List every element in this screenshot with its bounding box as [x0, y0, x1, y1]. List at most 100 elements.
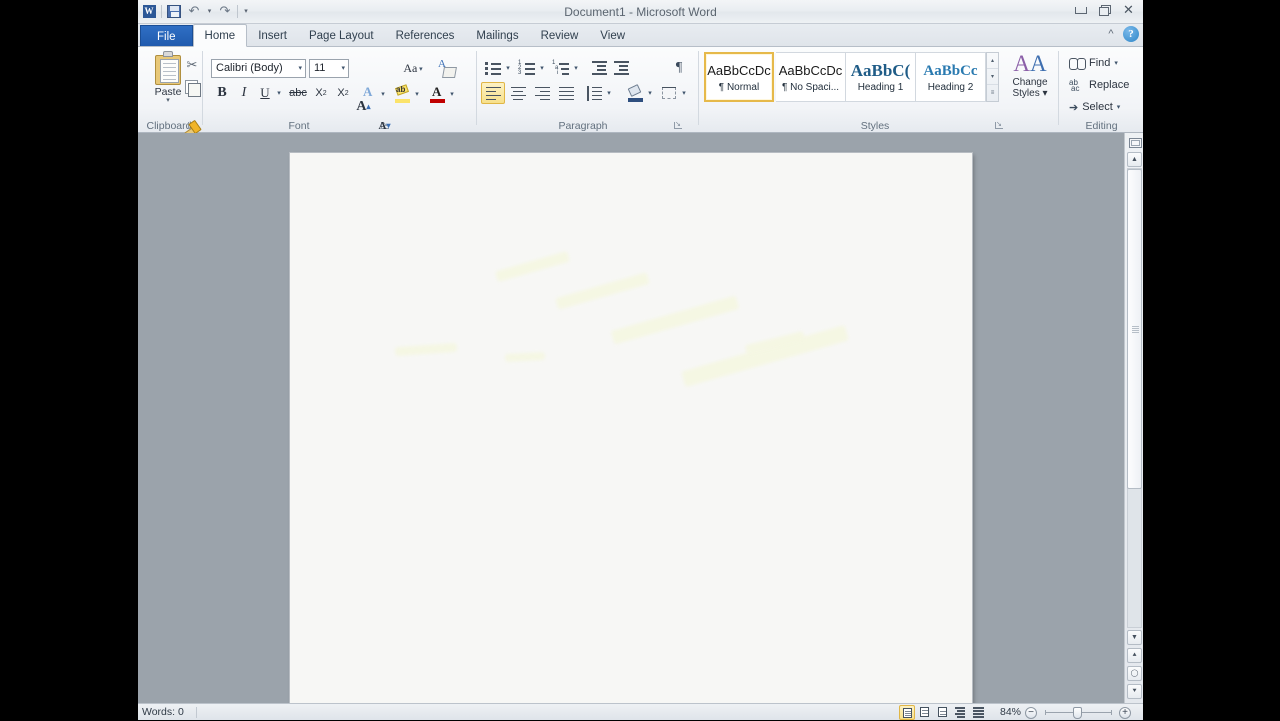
- print-layout-icon: [903, 708, 912, 718]
- tab-mailings[interactable]: Mailings: [465, 25, 529, 47]
- align-right-button[interactable]: [530, 82, 554, 104]
- align-left-button[interactable]: [481, 82, 505, 104]
- tab-view[interactable]: View: [589, 25, 636, 47]
- word-count-label[interactable]: Words: 0: [142, 704, 184, 721]
- change-case-button[interactable]: Aa ▾: [400, 59, 426, 78]
- tab-page-layout[interactable]: Page Layout: [298, 25, 385, 47]
- text-effects-button[interactable]: A: [359, 83, 379, 104]
- style-heading-2[interactable]: AaBbCc Heading 2: [916, 52, 986, 102]
- print-layout-view-button[interactable]: [899, 705, 915, 720]
- zoom-slider-thumb[interactable]: [1073, 707, 1082, 719]
- numbering-button[interactable]: 1 2 3: [517, 58, 538, 77]
- italic-button[interactable]: I: [234, 83, 254, 103]
- superscript-button[interactable]: X2: [333, 83, 353, 103]
- tab-review[interactable]: Review: [530, 25, 590, 47]
- tab-references[interactable]: References: [385, 25, 466, 47]
- style-no-spacing[interactable]: AaBbCcDc ¶ No Spaci...: [776, 52, 846, 102]
- select-browse-object-button[interactable]: ◯: [1127, 666, 1142, 681]
- select-button[interactable]: ➔ Select ▾: [1066, 97, 1123, 117]
- undo-button[interactable]: ↶: [185, 2, 203, 20]
- paragraph-dialog-launcher[interactable]: [673, 119, 684, 131]
- find-dropdown-icon[interactable]: ▾: [1114, 59, 1118, 67]
- minimize-ribbon-icon[interactable]: ^: [1103, 28, 1119, 40]
- change-styles-button[interactable]: AA Change Styles ▾: [1006, 51, 1054, 113]
- styles-dialog-launcher[interactable]: [994, 119, 1005, 131]
- close-button[interactable]: ✕: [1118, 2, 1139, 18]
- next-page-button[interactable]: ⯆: [1127, 684, 1142, 699]
- cut-icon[interactable]: ✂: [182, 55, 202, 74]
- font-size-value: 11: [314, 62, 326, 74]
- borders-dropdown-icon[interactable]: ▾: [679, 82, 689, 104]
- styles-more-button[interactable]: ≡: [987, 85, 998, 101]
- minimize-button[interactable]: [1070, 2, 1091, 18]
- style-normal[interactable]: AaBbCcDc ¶ Normal: [704, 52, 774, 102]
- outline-icon: [955, 707, 969, 719]
- full-screen-reading-view-button[interactable]: [917, 705, 933, 720]
- multilevel-list-button[interactable]: 1 a i: [551, 58, 572, 77]
- bullets-button[interactable]: [483, 58, 504, 77]
- subscript-button[interactable]: X2: [311, 83, 331, 103]
- zoom-out-button[interactable]: −: [1025, 707, 1037, 719]
- bold-button[interactable]: B: [212, 83, 232, 103]
- zoom-percent-label[interactable]: 84%: [1000, 704, 1021, 721]
- bullets-dropdown-icon[interactable]: ▾: [503, 58, 513, 77]
- justify-button[interactable]: [554, 82, 578, 104]
- multilevel-dropdown-icon[interactable]: ▾: [571, 58, 581, 77]
- text-effects-dropdown-icon[interactable]: ▾: [378, 83, 388, 104]
- font-color-button[interactable]: A: [428, 83, 448, 104]
- scroll-down-button[interactable]: ▼: [1127, 630, 1142, 645]
- vertical-scrollbar[interactable]: ▲ ▼ ⯅ ◯ ⯆: [1124, 133, 1143, 703]
- document-canvas[interactable]: [138, 133, 1143, 703]
- clear-formatting-button[interactable]: [434, 57, 458, 79]
- save-button[interactable]: [165, 2, 183, 20]
- restore-button[interactable]: [1094, 2, 1115, 18]
- view-ruler-icon[interactable]: [1128, 136, 1142, 149]
- tab-home[interactable]: Home: [192, 24, 248, 47]
- window-title: Document1 - Microsoft Word: [564, 5, 717, 19]
- pilcrow-icon: ¶: [675, 59, 683, 75]
- zoom-in-button[interactable]: +: [1119, 707, 1131, 719]
- zoom-slider[interactable]: − +: [1023, 704, 1133, 721]
- highlight-dropdown-icon[interactable]: ▾: [412, 83, 422, 104]
- web-layout-view-button[interactable]: [935, 705, 951, 720]
- customize-qat-button[interactable]: ▾: [241, 2, 251, 20]
- styles-scroll-down-button[interactable]: ▾: [987, 69, 998, 85]
- styles-scroll-up-button[interactable]: ▴: [987, 53, 998, 69]
- document-page[interactable]: [290, 153, 972, 703]
- undo-dropdown-icon[interactable]: ▾: [205, 2, 214, 20]
- shading-dropdown-icon[interactable]: ▾: [645, 82, 655, 104]
- strikethrough-button[interactable]: abc: [287, 83, 309, 103]
- view-buttons: [899, 705, 987, 720]
- line-spacing-button[interactable]: [584, 82, 605, 104]
- numbering-dropdown-icon[interactable]: ▾: [537, 58, 547, 77]
- outline-view-button[interactable]: [953, 705, 969, 720]
- align-center-button[interactable]: [506, 82, 530, 104]
- scroll-up-button[interactable]: ▲: [1127, 152, 1142, 167]
- shading-button[interactable]: [625, 82, 646, 104]
- help-icon[interactable]: ?: [1123, 26, 1139, 42]
- style-heading-1[interactable]: AaBbC( Heading 1: [846, 52, 916, 102]
- replace-button[interactable]: ab ac Replace: [1066, 75, 1132, 95]
- draft-view-button[interactable]: [971, 705, 987, 720]
- copy-icon[interactable]: [182, 77, 202, 97]
- font-size-combo[interactable]: 11 ▾: [309, 59, 349, 78]
- underline-dropdown-icon[interactable]: ▾: [274, 83, 284, 103]
- redo-button[interactable]: ↷: [216, 2, 234, 20]
- paste-dropdown-icon[interactable]: ▾: [166, 97, 170, 104]
- increase-indent-button[interactable]: [610, 58, 632, 77]
- select-dropdown-icon[interactable]: ▾: [1117, 103, 1121, 111]
- font-color-dropdown-icon[interactable]: ▾: [447, 83, 457, 104]
- scrollbar-thumb[interactable]: [1127, 169, 1142, 489]
- font-name-combo[interactable]: Calibri (Body) ▾: [211, 59, 306, 78]
- line-spacing-dropdown-icon[interactable]: ▾: [604, 82, 614, 104]
- word-icon[interactable]: W: [140, 2, 158, 20]
- previous-page-button[interactable]: ⯅: [1127, 648, 1142, 663]
- find-button[interactable]: Find ▾: [1066, 53, 1121, 73]
- highlight-color-button[interactable]: ab: [393, 83, 413, 104]
- show-formatting-marks-button[interactable]: ¶: [669, 58, 689, 77]
- underline-button[interactable]: U: [256, 83, 274, 103]
- borders-button[interactable]: [659, 82, 680, 104]
- tab-file[interactable]: File: [140, 25, 193, 47]
- decrease-indent-button[interactable]: [588, 58, 610, 77]
- tab-insert[interactable]: Insert: [247, 25, 298, 47]
